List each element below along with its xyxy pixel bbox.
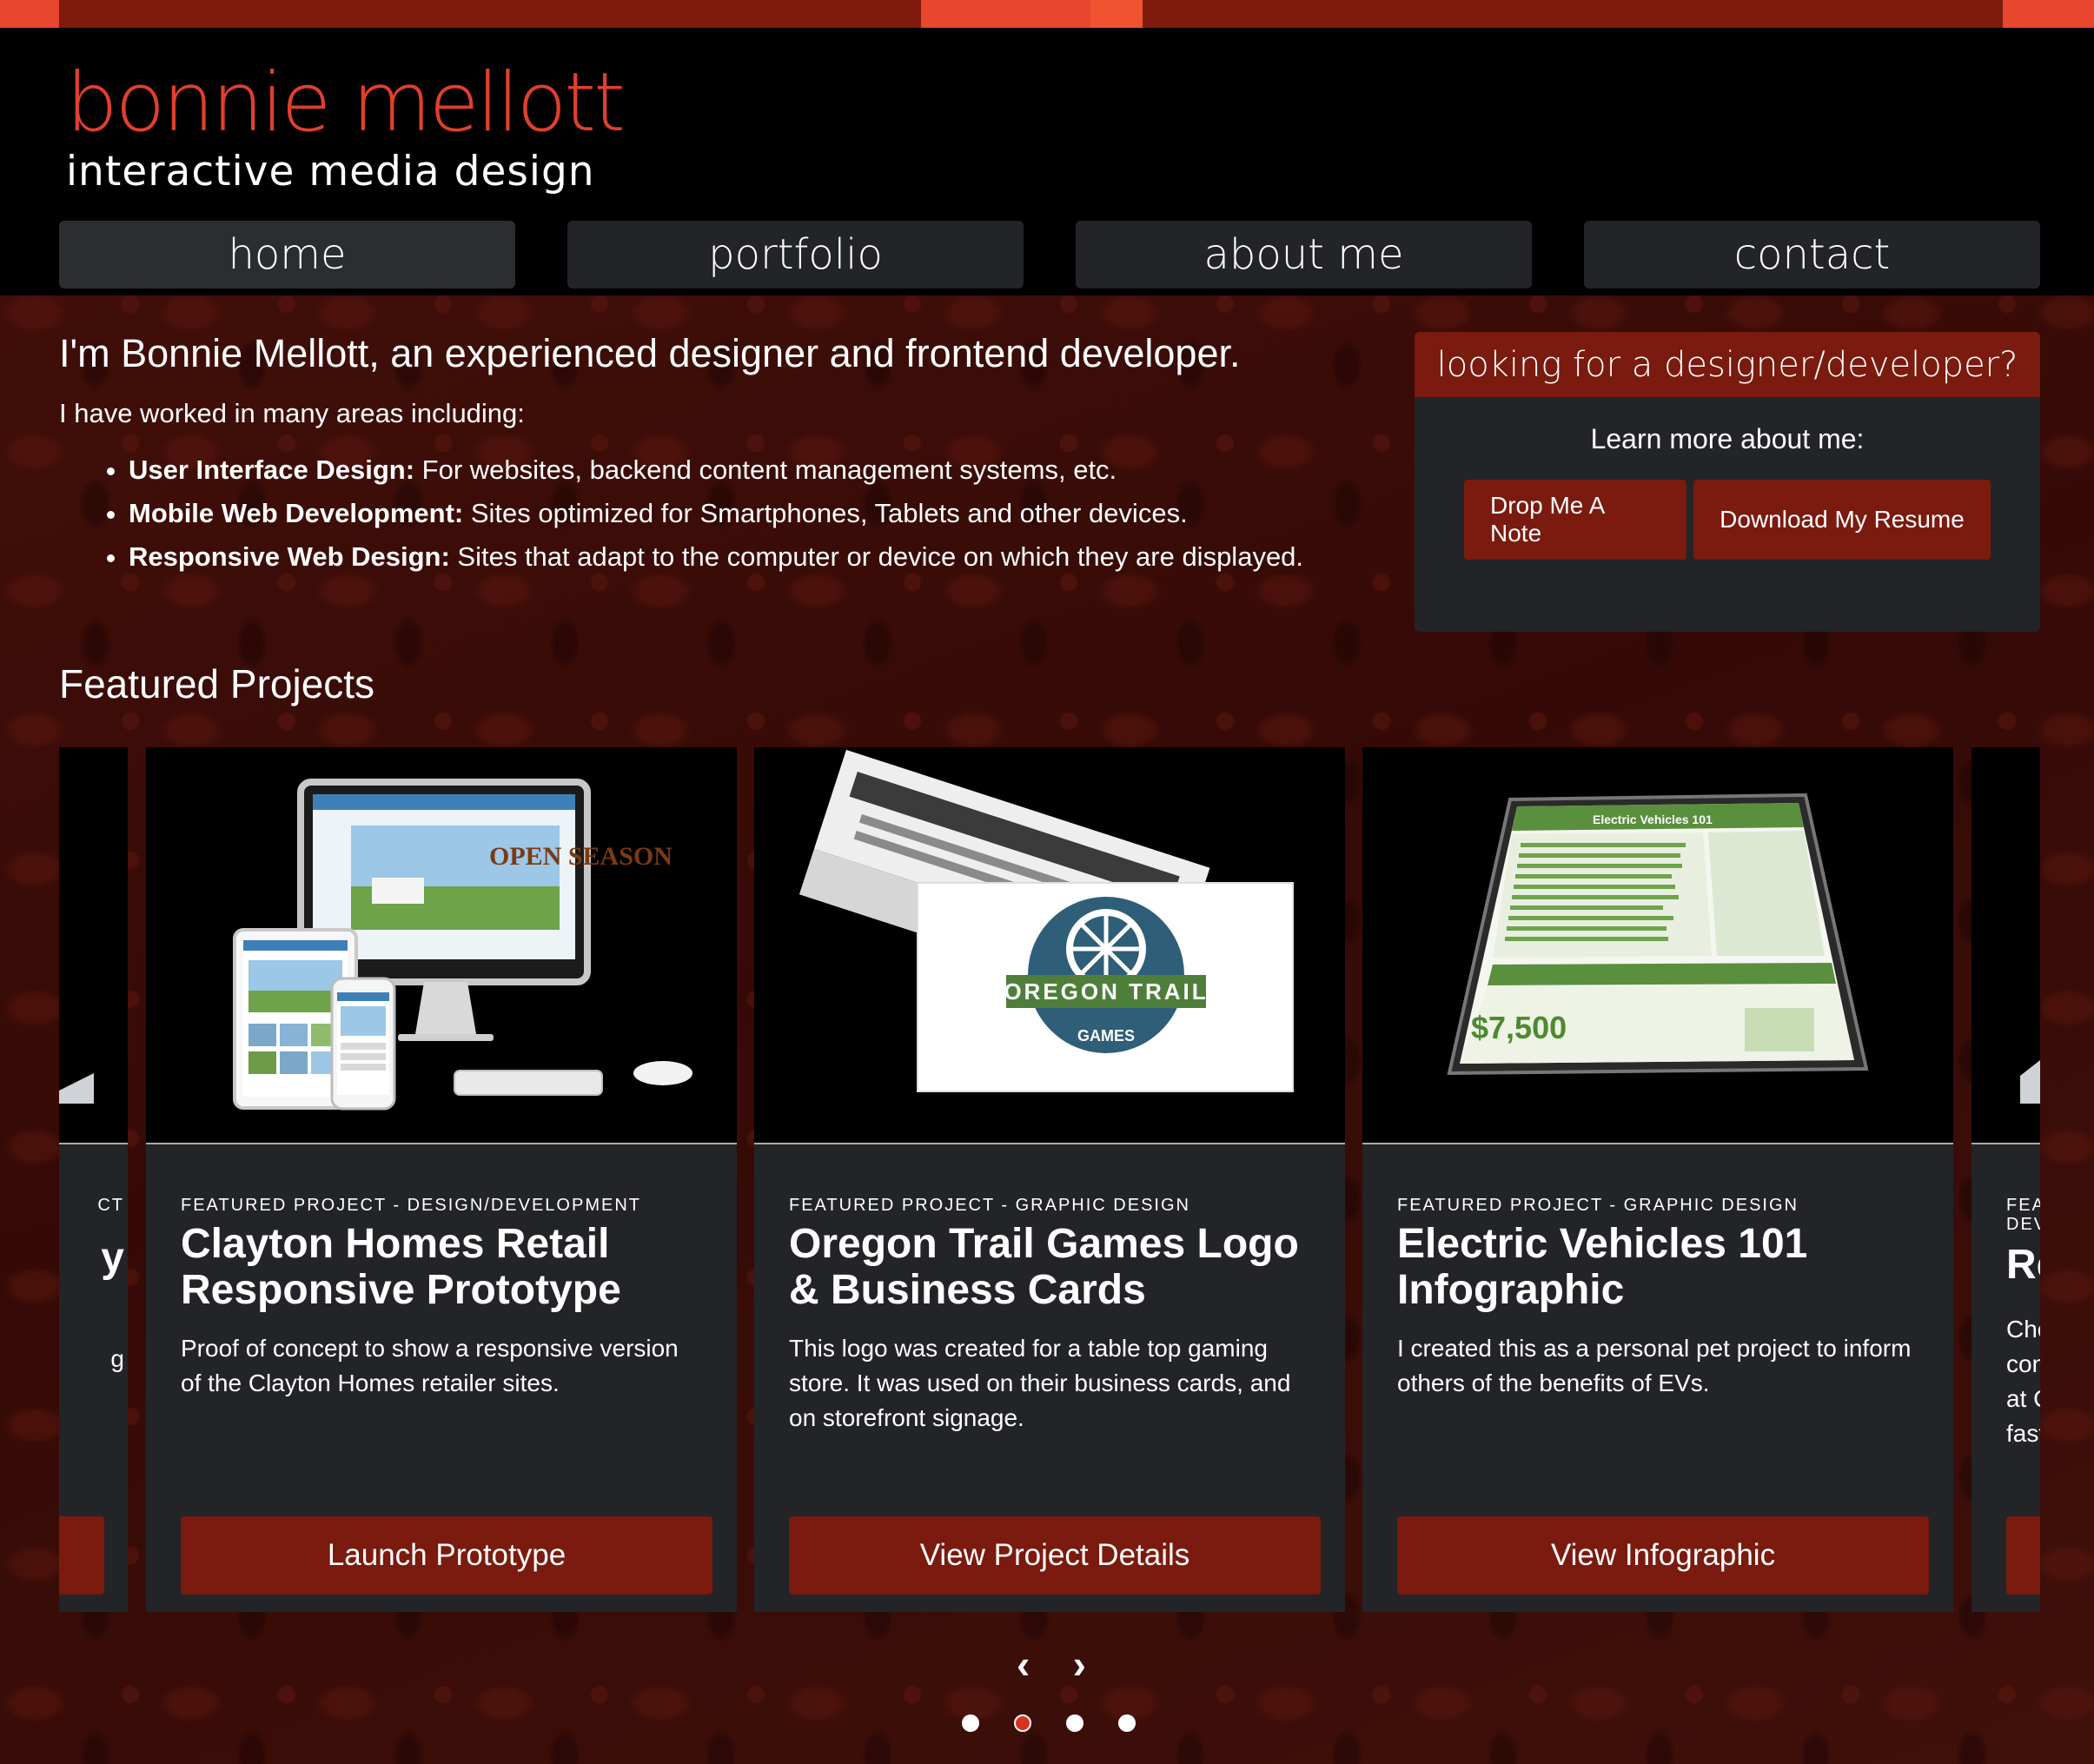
view-project-details-button[interactable]: View Project Details — [789, 1516, 1321, 1595]
card-title: Clayton Homes Retail Responsive Prototyp… — [181, 1221, 621, 1313]
partial-card-kicker: FEA DEV — [2006, 1196, 2040, 1234]
nav-portfolio[interactable]: portfolio — [567, 221, 1024, 288]
site-header: bonnie mellott interactive media design … — [0, 28, 2094, 295]
skill-text: Sites that adapt to the computer or devi… — [449, 541, 1304, 572]
hire-me-subtitle: Learn more about me: — [1590, 423, 1865, 454]
intro-lead: I have worked in many areas including: — [59, 398, 525, 428]
nav-about-me[interactable]: about me — [1076, 221, 1532, 288]
card-title: Electric Vehicles 101 Infographic — [1397, 1221, 1808, 1313]
carousel-dot-active[interactable] — [1014, 1714, 1031, 1732]
card-description: Proof of concept to show a responsive ve… — [181, 1335, 679, 1396]
carousel-dot[interactable] — [1066, 1714, 1083, 1732]
project-card-clayton: OPEN SEASON FEATURED PROJECT - DESIGN/DE… — [146, 747, 737, 1612]
project-card-oregon-trail: OREGON TRAIL GAMES FEATURED PROJECT - GR… — [754, 747, 1345, 1612]
main-nav: home portfolio about me contact — [59, 221, 2040, 288]
download-resume-button[interactable]: Download My Resume — [1693, 480, 1991, 560]
skill-term: Responsive Web Design: — [129, 541, 450, 572]
card-kicker: FEATURED PROJECT - GRAPHIC DESIGN — [1397, 1196, 1799, 1215]
logo[interactable]: bonnie mellott interactive media design — [66, 56, 626, 196]
skills-list: User Interface Design: For websites, bac… — [59, 448, 1397, 579]
svg-text:GAMES: GAMES — [1077, 1027, 1135, 1044]
chevron-left-icon[interactable]: ‹ — [1017, 1644, 1030, 1684]
svg-text:$7,500: $7,500 — [1471, 1010, 1567, 1045]
svg-text:Electric Vehicles 101: Electric Vehicles 101 — [1593, 812, 1713, 826]
svg-text:OREGON TRAIL: OREGON TRAIL — [1004, 978, 1208, 1005]
project-image-clayton[interactable]: OPEN SEASON — [146, 747, 737, 1143]
project-image-oregon-trail[interactable]: OREGON TRAIL GAMES — [754, 747, 1345, 1143]
partial-card-image — [59, 747, 128, 1143]
carousel-dot[interactable] — [1118, 1714, 1136, 1732]
skill-text: Sites optimized for Smartphones, Tablets… — [463, 498, 1188, 528]
nav-contact[interactable]: contact — [1584, 221, 2040, 288]
carousel-dots — [962, 1714, 1136, 1732]
partial-card-image — [1971, 747, 2040, 1143]
hire-me-buttons: Drop Me A Note Download My Resume — [1415, 480, 2040, 560]
hire-me-title: looking for a designer/developer? — [1415, 332, 2040, 397]
partial-card-title: Re — [2006, 1242, 2040, 1288]
project-card-ev-infographic: Electric Vehicles 101 $7,500 FEATURED PR… — [1362, 747, 1953, 1612]
partial-card-title: y — [101, 1235, 124, 1281]
card-divider — [1971, 1143, 2040, 1144]
card-divider — [1362, 1143, 1953, 1144]
partial-card-button[interactable] — [59, 1516, 104, 1595]
view-infographic-button[interactable]: View Infographic — [1397, 1516, 1929, 1595]
skill-text: For websites, backend content management… — [414, 454, 1117, 485]
nav-home[interactable]: home — [59, 221, 515, 288]
card-divider — [754, 1143, 1345, 1144]
card-kicker: FEATURED PROJECT - DESIGN/DEVELOPMENT — [181, 1196, 641, 1215]
skill-item: Mobile Web Development: Sites optimized … — [129, 492, 1397, 535]
card-divider — [59, 1143, 128, 1144]
logo-tagline: interactive media design — [66, 148, 595, 196]
featured-projects-title: Featured Projects — [59, 661, 375, 706]
skill-item: Responsive Web Design: Sites that adapt … — [129, 535, 1397, 579]
partial-card-text: g — [110, 1345, 124, 1372]
carousel-arrows: ‹ › — [1017, 1642, 1086, 1686]
svg-text:OPEN SEASON: OPEN SEASON — [489, 842, 673, 871]
skill-item: User Interface Design: For websites, bac… — [129, 448, 1397, 492]
card-kicker: FEATURED PROJECT - GRAPHIC DESIGN — [789, 1196, 1190, 1215]
logo-name: bonnie mellott — [66, 56, 626, 150]
partial-card-kicker: CT — [97, 1196, 124, 1215]
hire-me-box: looking for a designer/developer? Learn … — [1415, 332, 2040, 632]
card-description: This logo was created for a table top ga… — [789, 1335, 1291, 1431]
featured-carousel: CT y g OPEN SEASON FEATURED PROJECT - DE… — [59, 747, 2040, 1612]
intro-section: I'm Bonnie Mellott, an experienced desig… — [59, 327, 1397, 579]
launch-prototype-button[interactable]: Launch Prototype — [181, 1516, 712, 1595]
chevron-right-icon[interactable]: › — [1073, 1644, 1086, 1684]
card-description: I created this as a personal pet project… — [1397, 1335, 1912, 1396]
carousel-dot[interactable] — [962, 1714, 979, 1732]
skill-term: User Interface Design: — [129, 454, 415, 485]
partial-card-text: Che con at C fast — [2006, 1316, 2040, 1447]
partial-card-left[interactable]: CT y g — [59, 747, 128, 1612]
partial-card-right[interactable]: FEA DEV Re Che con at C fast — [1971, 747, 2040, 1612]
project-image-ev-infographic[interactable]: Electric Vehicles 101 $7,500 — [1362, 747, 1953, 1143]
skill-term: Mobile Web Development: — [129, 498, 464, 528]
intro-headline: I'm Bonnie Mellott, an experienced desig… — [59, 331, 1241, 375]
top-accent-strip — [0, 0, 2094, 28]
card-title: Oregon Trail Games Logo & Business Cards — [789, 1221, 1299, 1313]
drop-me-a-note-button[interactable]: Drop Me A Note — [1464, 480, 1686, 560]
partial-card-button[interactable] — [2006, 1516, 2040, 1595]
card-divider — [146, 1143, 737, 1144]
